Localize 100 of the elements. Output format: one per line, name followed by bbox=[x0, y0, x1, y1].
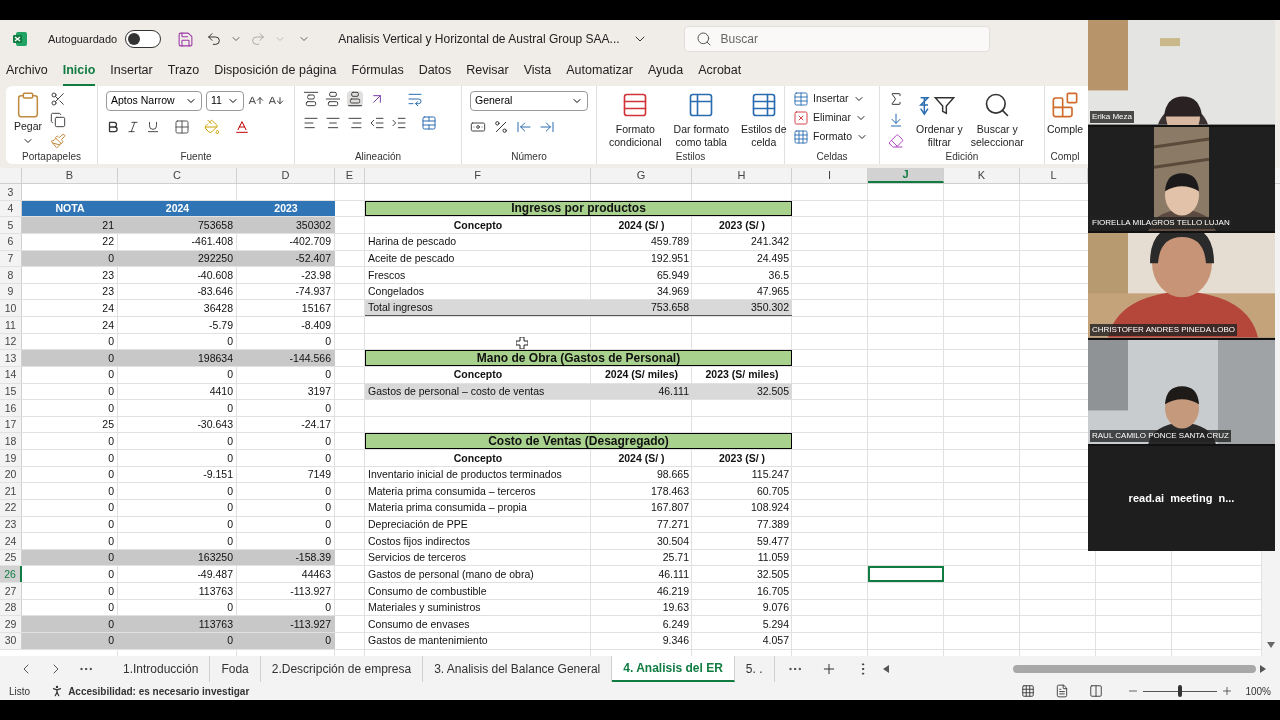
menu-tab[interactable]: Fórmulas bbox=[351, 61, 404, 86]
cells-menu-button[interactable]: Insertar bbox=[793, 91, 869, 107]
menu-tab[interactable]: Ayuda bbox=[647, 61, 684, 86]
column-header[interactable]: C bbox=[118, 168, 237, 183]
column-header[interactable]: D bbox=[237, 168, 335, 183]
selected-cell[interactable] bbox=[868, 566, 944, 582]
column-header[interactable]: E bbox=[335, 168, 365, 183]
table-cell-text: Materia prima consumida – terceros bbox=[367, 483, 537, 499]
align-top-icon[interactable] bbox=[303, 91, 319, 107]
cells-menu-button[interactable]: Eliminar bbox=[793, 110, 869, 126]
align-middle-icon[interactable] bbox=[325, 91, 341, 107]
row-number[interactable]: 3 bbox=[0, 184, 22, 200]
cell-styles-button[interactable]: Estilos de celda bbox=[737, 91, 791, 149]
row-number[interactable]: 18 bbox=[0, 433, 22, 449]
page-break-icon[interactable] bbox=[1089, 684, 1104, 698]
table-cell-text: 4410 bbox=[208, 384, 234, 400]
autosave-toggle[interactable] bbox=[125, 30, 162, 48]
copy-icon[interactable] bbox=[50, 112, 67, 128]
addins-button[interactable]: Comple bbox=[1047, 91, 1084, 148]
delete-icon bbox=[793, 110, 809, 126]
find-select-button[interactable]: Buscar y seleccionar bbox=[966, 91, 1028, 149]
row-number[interactable]: 8 bbox=[0, 267, 22, 283]
table-cell-text: 5.294 bbox=[761, 616, 790, 632]
menu-tab[interactable]: Revisar bbox=[466, 61, 509, 86]
row-number[interactable]: 11 bbox=[0, 317, 22, 333]
row-number[interactable]: 24 bbox=[0, 533, 22, 549]
format-table-button[interactable]: Dar formato como tabla bbox=[669, 91, 733, 149]
accessibility-status[interactable]: Accesibilidad: es necesario investigar bbox=[68, 683, 250, 699]
row-number[interactable]: 16 bbox=[0, 400, 22, 416]
row-number[interactable]: 5 bbox=[0, 217, 22, 233]
menu-tab[interactable]: Automatizar bbox=[566, 61, 633, 86]
column-header[interactable]: K bbox=[944, 168, 1020, 183]
underline-icon[interactable] bbox=[146, 120, 160, 134]
table-cell-text: Costos fijos indirectos bbox=[367, 533, 472, 549]
format-painter-icon[interactable] bbox=[50, 133, 67, 149]
increase-decimal-icon[interactable] bbox=[516, 119, 532, 135]
menu-tab[interactable]: Insertar bbox=[110, 61, 153, 86]
font-name-field[interactable]: Aptos Narrow bbox=[106, 91, 202, 111]
indent-decrease-icon[interactable] bbox=[369, 115, 385, 131]
menu-tab[interactable]: Archivo bbox=[6, 61, 48, 86]
row-number[interactable]: 10 bbox=[0, 300, 22, 316]
scroll-down-icon[interactable] bbox=[1267, 642, 1275, 648]
table-cell-text: 241.342 bbox=[750, 234, 790, 250]
merge-cells-icon[interactable] bbox=[421, 115, 437, 131]
row-number[interactable]: 19 bbox=[0, 450, 22, 466]
zoom-level[interactable]: 100% bbox=[1245, 683, 1271, 699]
menu-tab[interactable]: Disposición de página bbox=[214, 61, 337, 86]
menu-tab[interactable]: Datos bbox=[418, 61, 452, 86]
zoom-in-icon[interactable] bbox=[1221, 685, 1234, 697]
column-header[interactable]: F bbox=[365, 168, 591, 183]
table-cell-text: Servicios de terceros bbox=[367, 550, 468, 566]
table-cell-text: -5.79 bbox=[208, 317, 234, 333]
row-number[interactable]: 27 bbox=[0, 583, 22, 599]
cut-icon[interactable] bbox=[50, 91, 67, 107]
indent-increase-icon[interactable] bbox=[391, 115, 407, 131]
save-icon[interactable] bbox=[177, 30, 195, 48]
autosum-icon[interactable] bbox=[888, 91, 904, 107]
borders-icon[interactable] bbox=[174, 119, 190, 135]
italic-icon[interactable] bbox=[126, 120, 140, 134]
row-number[interactable]: 26 bbox=[0, 566, 22, 582]
search-field[interactable]: Buscar bbox=[683, 26, 990, 52]
percent-icon[interactable] bbox=[493, 119, 509, 135]
undo-icon[interactable] bbox=[206, 31, 223, 47]
bold-icon[interactable] bbox=[106, 120, 120, 134]
decrease-decimal-icon[interactable] bbox=[539, 119, 555, 135]
column-header[interactable]: H bbox=[692, 168, 792, 183]
font-size-field[interactable]: 11 bbox=[206, 91, 244, 111]
sort-filter-button[interactable]: Ordenar y filtrar bbox=[912, 91, 967, 149]
banknote-icon[interactable] bbox=[470, 119, 486, 135]
column-header[interactable]: G bbox=[591, 168, 692, 183]
page-layout-icon[interactable] bbox=[1055, 684, 1070, 698]
number-format-field[interactable]: General bbox=[470, 91, 588, 111]
table-cell-text: 77.389 bbox=[755, 517, 790, 533]
column-header[interactable]: J bbox=[868, 168, 944, 183]
zoom-slider[interactable] bbox=[1143, 685, 1218, 697]
fill-color-icon[interactable] bbox=[204, 119, 220, 135]
sheet-tab[interactable]: 4. Analisis del ER bbox=[612, 656, 735, 682]
paste-button[interactable]: Pegar bbox=[14, 91, 43, 149]
fill-icon[interactable] bbox=[888, 112, 904, 128]
scroll-right-icon[interactable] bbox=[1260, 665, 1266, 673]
align-bottom-icon[interactable] bbox=[347, 91, 363, 107]
row-number[interactable]: 13 bbox=[0, 350, 22, 366]
scroll-left-icon[interactable] bbox=[882, 665, 889, 673]
menu-tab[interactable]: Acrobat bbox=[698, 61, 742, 86]
column-header[interactable]: B bbox=[22, 168, 118, 183]
table-cell: 350302 bbox=[237, 217, 335, 233]
scrollbar-thumb[interactable] bbox=[1012, 665, 1256, 673]
wrap-text-icon[interactable] bbox=[407, 91, 423, 107]
eraser-icon[interactable] bbox=[888, 133, 904, 149]
row-number[interactable]: 21 bbox=[0, 483, 22, 499]
font-color-icon[interactable] bbox=[234, 119, 250, 135]
align-left-icon[interactable] bbox=[303, 115, 319, 131]
menu-tab[interactable]: Trazo bbox=[167, 61, 200, 86]
normal-view-icon[interactable] bbox=[1021, 684, 1036, 698]
row-number[interactable]: 29 bbox=[0, 616, 22, 632]
menu-tab[interactable]: Vista bbox=[523, 61, 552, 86]
align-center-icon[interactable] bbox=[325, 115, 341, 131]
conditional-format-button[interactable]: Formato condicional bbox=[605, 91, 666, 149]
align-right-icon[interactable] bbox=[347, 115, 363, 131]
cells-menu-button[interactable]: Formato bbox=[793, 129, 869, 145]
